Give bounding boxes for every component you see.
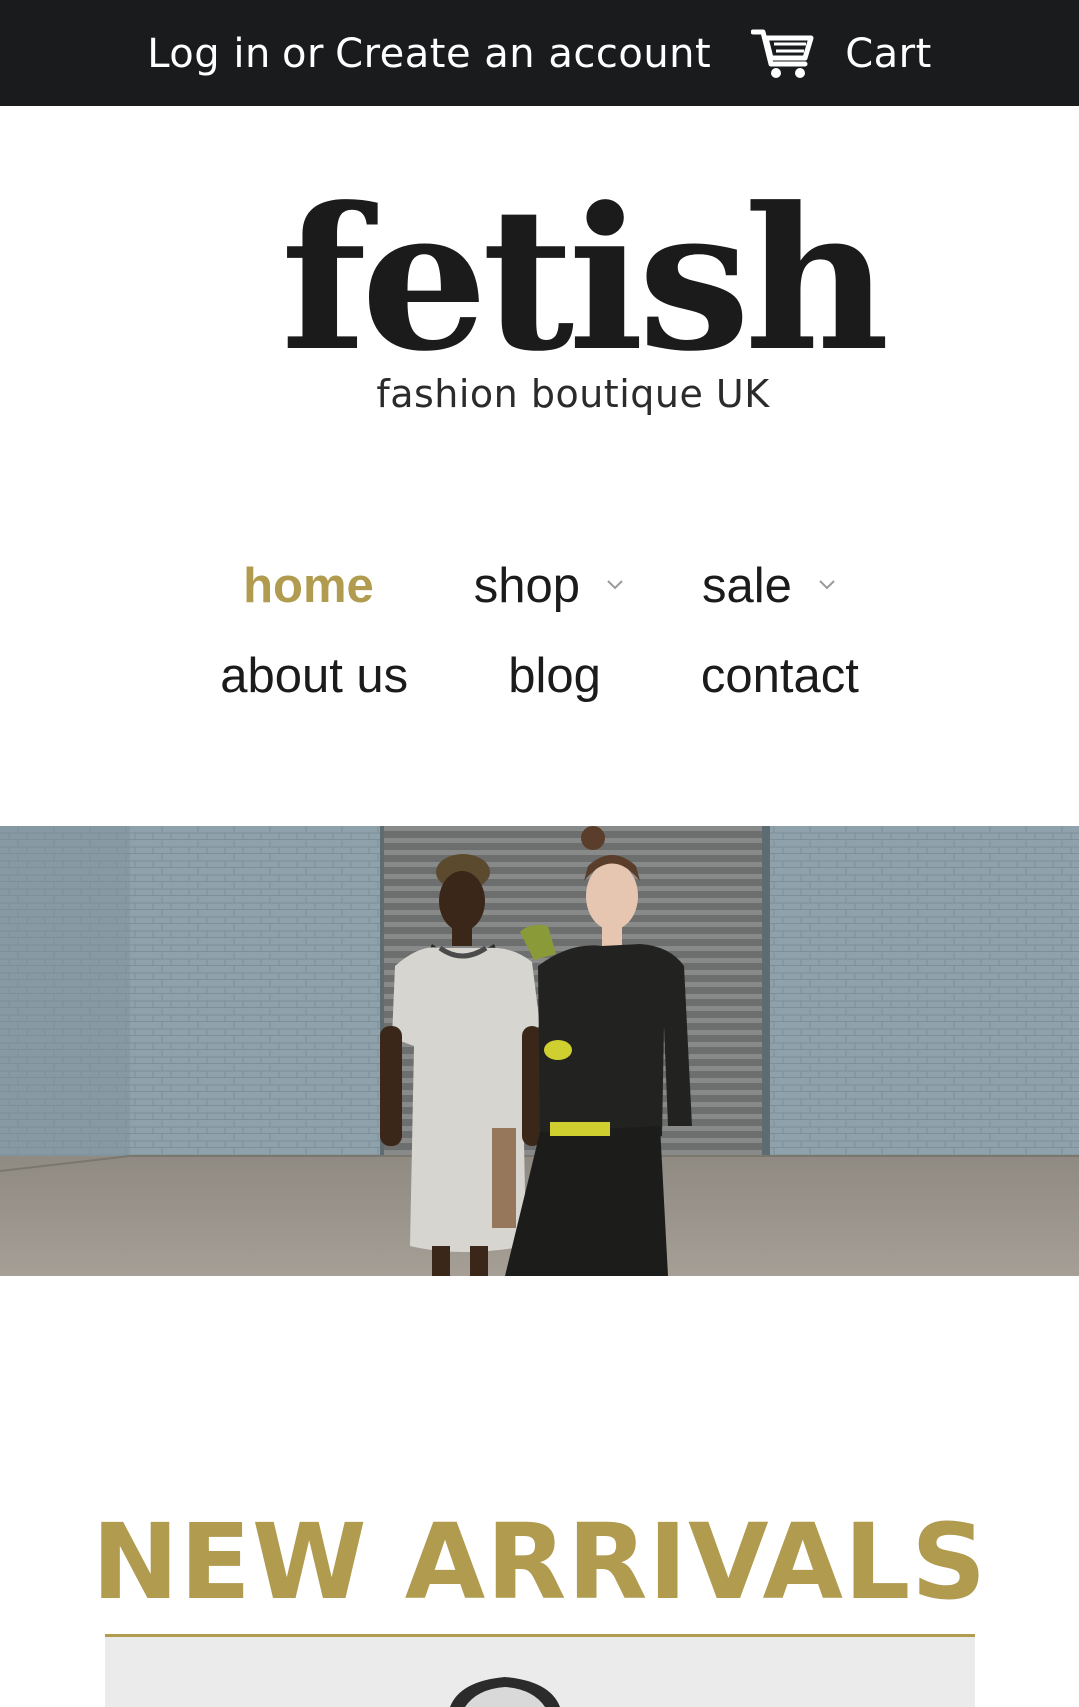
- site-logo[interactable]: fetish fashion boutique UK: [281, 182, 890, 448]
- cart-icon: [751, 26, 815, 82]
- nav-item-label: blog: [508, 649, 601, 703]
- nav-item-home[interactable]: home: [243, 558, 374, 614]
- main-navigation: home shop sale about us blog contact: [0, 548, 1079, 714]
- nav-item-label: sale: [702, 559, 792, 613]
- product-card[interactable]: [105, 1634, 975, 1707]
- nav-item-shop[interactable]: shop: [474, 558, 624, 614]
- account-links: Log in or Create an account: [147, 31, 711, 77]
- nav-row-2: about us blog contact: [0, 638, 1079, 714]
- new-arrivals-heading: NEW ARRIVALS: [91, 1501, 988, 1624]
- chevron-down-icon: [607, 580, 623, 590]
- cart-link[interactable]: Cart: [751, 26, 932, 82]
- hero-banner[interactable]: [0, 826, 1079, 1276]
- hero-image: [0, 826, 1079, 1276]
- nav-item-contact[interactable]: contact: [701, 648, 859, 704]
- nav-item-label: shop: [473, 559, 581, 613]
- nav-item-label: about us: [220, 649, 409, 703]
- or-separator: or: [282, 31, 324, 77]
- nav-item-sale[interactable]: sale: [702, 558, 836, 614]
- chevron-down-icon: [819, 580, 835, 590]
- nav-item-blog[interactable]: blog: [508, 648, 601, 704]
- login-link[interactable]: Log in: [147, 31, 271, 77]
- nav-item-label: home: [243, 559, 374, 613]
- top-utility-bar: Log in or Create an account Cart: [0, 0, 1079, 106]
- logo-wordmark: fetish: [280, 165, 890, 395]
- cart-label: Cart: [845, 31, 932, 77]
- product-image: [105, 1637, 975, 1707]
- create-account-link[interactable]: Create an account: [335, 31, 711, 77]
- nav-item-about-us[interactable]: about us: [220, 648, 408, 704]
- nav-item-label: contact: [700, 649, 859, 703]
- nav-row-1: home shop sale: [0, 548, 1079, 624]
